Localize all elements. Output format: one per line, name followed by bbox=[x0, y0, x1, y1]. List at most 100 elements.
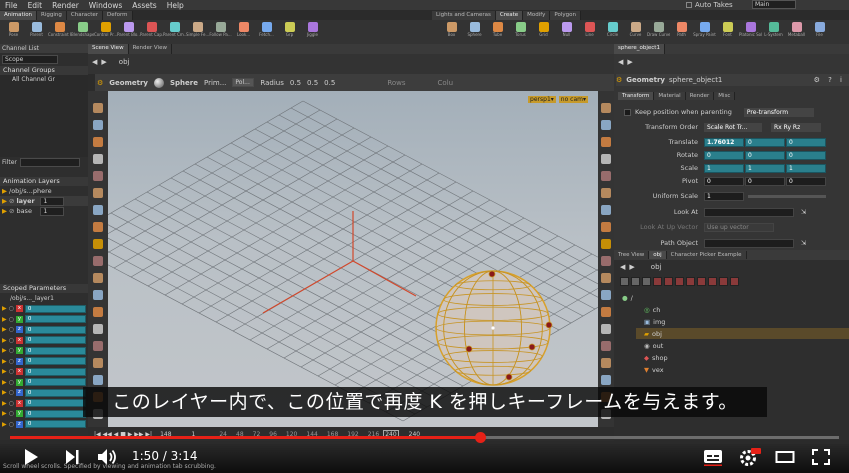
create-tool[interactable]: Box bbox=[440, 20, 463, 44]
translate-z[interactable]: 0 bbox=[786, 137, 826, 147]
viewport-tool-icon[interactable] bbox=[601, 188, 611, 198]
viewport-tool-icon[interactable] bbox=[601, 256, 611, 266]
viewport-tool-icon[interactable] bbox=[93, 341, 103, 351]
shelf-tab-polygon[interactable]: Polygon bbox=[550, 11, 582, 20]
viewport-tool-icon[interactable] bbox=[601, 239, 611, 249]
viewport-tool-icon[interactable] bbox=[601, 205, 611, 215]
scale-z[interactable]: 1 bbox=[786, 163, 826, 173]
viewport-tool-icon[interactable] bbox=[93, 205, 103, 215]
poly-select[interactable]: Pol... bbox=[232, 78, 255, 87]
tree-path[interactable]: obj bbox=[651, 263, 662, 271]
forward-icon[interactable]: ▶ bbox=[101, 58, 106, 66]
scoped-param-row[interactable]: ▶ ○ x 0 bbox=[0, 398, 88, 409]
create-tool[interactable]: Tube bbox=[486, 20, 509, 44]
viewport-tool-icon[interactable] bbox=[601, 154, 611, 164]
node-picker-icon[interactable]: ⇲ bbox=[801, 239, 806, 247]
param-value[interactable]: 0 bbox=[24, 367, 86, 376]
viewport-tool-icon[interactable] bbox=[601, 273, 611, 283]
tree-tool-icon[interactable] bbox=[620, 276, 629, 286]
viewport-tool-icon[interactable] bbox=[93, 154, 103, 164]
param-value[interactable]: 0 bbox=[24, 409, 86, 418]
tab-render[interactable]: Render bbox=[685, 92, 715, 100]
path-text[interactable]: obj bbox=[119, 58, 130, 66]
shelf-tool[interactable]: Follow Pa... bbox=[209, 20, 232, 44]
viewport-tool-icon[interactable] bbox=[93, 222, 103, 232]
shelf-tab-create[interactable]: Create bbox=[495, 11, 524, 20]
layer-weight[interactable]: 1 bbox=[40, 206, 65, 216]
tab-scene-view[interactable]: Scene View bbox=[88, 44, 129, 54]
shelf-tool[interactable]: Look... bbox=[232, 20, 255, 44]
shelf-tool[interactable]: Simple Fe... bbox=[186, 20, 209, 44]
lock-icon[interactable]: ○ bbox=[9, 305, 14, 312]
camera-persp-menu[interactable]: persp1▾ bbox=[528, 96, 556, 103]
shelf-tab-character[interactable]: Character bbox=[66, 11, 104, 20]
transform-order-select[interactable]: Scale Rot Tr... bbox=[704, 122, 762, 132]
tab-transform[interactable]: Transform bbox=[618, 92, 655, 100]
scoped-param-row[interactable]: ▶ ○ x 0 bbox=[0, 367, 88, 378]
shelf-tab-animation[interactable]: Animation bbox=[0, 11, 38, 20]
shelf-tool[interactable]: Fetch... bbox=[255, 20, 278, 44]
checkbox-icon[interactable] bbox=[686, 2, 692, 8]
viewport-tool-icon[interactable] bbox=[93, 171, 103, 181]
radius-x[interactable]: 0.5 bbox=[290, 79, 301, 87]
viewport-tool-icon[interactable] bbox=[93, 375, 103, 385]
tree-tool-icon[interactable] bbox=[686, 276, 695, 286]
tree-tool-icon[interactable] bbox=[697, 276, 706, 286]
viewport-tool-icon[interactable] bbox=[93, 290, 103, 300]
menu-assets[interactable]: Assets bbox=[127, 1, 161, 10]
scoped-param-row[interactable]: ▶ ○ y 0 bbox=[0, 314, 88, 325]
viewport-tool-icon[interactable] bbox=[601, 307, 611, 317]
viewport-tool-icon[interactable] bbox=[93, 358, 103, 368]
tab-material[interactable]: Material bbox=[654, 92, 686, 100]
tree-node[interactable]: ◎ ch bbox=[644, 304, 660, 315]
viewport-tool-icon[interactable] bbox=[601, 120, 611, 130]
rotate-y[interactable]: 0 bbox=[745, 150, 785, 160]
viewport-tool-icon[interactable] bbox=[601, 103, 611, 113]
viewport-tool-icon[interactable] bbox=[93, 324, 103, 334]
tab-sphere-object[interactable]: sphere_object1 bbox=[614, 44, 665, 54]
tree-tool-icon[interactable] bbox=[730, 276, 739, 286]
scoped-param-row[interactable]: ▶ ○ x 0 bbox=[0, 335, 88, 346]
scoped-param-row[interactable]: ▶ ○ z 0 bbox=[0, 419, 88, 430]
viewport-canvas[interactable] bbox=[108, 91, 598, 427]
shelf-tool[interactable]: Blendshapes bbox=[71, 20, 94, 44]
scoped-param-row[interactable]: ▶ ○ z 0 bbox=[0, 325, 88, 336]
scope-select[interactable]: Scope bbox=[2, 55, 58, 64]
scoped-param-row[interactable]: ▶ ○ y 0 bbox=[0, 409, 88, 420]
param-value[interactable]: 0 bbox=[24, 346, 86, 355]
checkbox-icon[interactable] bbox=[624, 108, 631, 116]
pivot-y[interactable]: 0 bbox=[745, 176, 785, 186]
tab-misc[interactable]: Misc bbox=[714, 92, 736, 100]
shelf-tool[interactable]: Parent bbox=[25, 20, 48, 44]
gear-icon[interactable]: ⚙ bbox=[616, 76, 622, 84]
create-tool[interactable]: Grid bbox=[532, 20, 555, 44]
layer-weight[interactable]: 1 bbox=[40, 196, 65, 206]
lock-icon[interactable]: ○ bbox=[9, 400, 14, 407]
no-cam-menu[interactable]: no cam▾ bbox=[558, 96, 588, 103]
viewport-tool-icon[interactable] bbox=[93, 120, 103, 130]
tree-tool-icon[interactable] bbox=[664, 276, 673, 286]
rotate-order-select[interactable]: Rx Ry Rz bbox=[771, 122, 821, 132]
create-tool[interactable]: Spray Paint bbox=[693, 20, 716, 44]
create-tool[interactable]: Path bbox=[670, 20, 693, 44]
video-scrubber[interactable] bbox=[474, 432, 486, 443]
shelf-tool[interactable]: Jiggle bbox=[301, 20, 324, 44]
look-at-field[interactable] bbox=[704, 207, 794, 217]
uniform-scale-field[interactable]: 1 bbox=[704, 191, 744, 201]
shelf-tab-deform[interactable]: Deform bbox=[103, 11, 133, 20]
back-icon[interactable]: ◀ bbox=[618, 58, 623, 66]
viewport-tool-icon[interactable] bbox=[601, 324, 611, 334]
node-picker-icon[interactable]: ⇲ bbox=[801, 208, 806, 216]
menu-file[interactable]: File bbox=[0, 1, 23, 10]
lock-icon[interactable]: ○ bbox=[9, 379, 14, 386]
path-object-field[interactable] bbox=[704, 238, 794, 248]
forward-icon[interactable]: ▶ bbox=[627, 58, 632, 66]
tree-tool-icon[interactable] bbox=[631, 276, 640, 286]
pretransform-button[interactable]: Pre-transform bbox=[743, 107, 814, 117]
viewport-tool-icon[interactable] bbox=[93, 273, 103, 283]
uniform-scale-slider[interactable] bbox=[748, 194, 826, 198]
gear-icon[interactable]: ⚙ bbox=[97, 79, 103, 87]
viewport-tool-icon[interactable] bbox=[93, 307, 103, 317]
shelf-tool[interactable]: Parent Cm... bbox=[163, 20, 186, 44]
viewport-tool-icon[interactable] bbox=[601, 341, 611, 351]
